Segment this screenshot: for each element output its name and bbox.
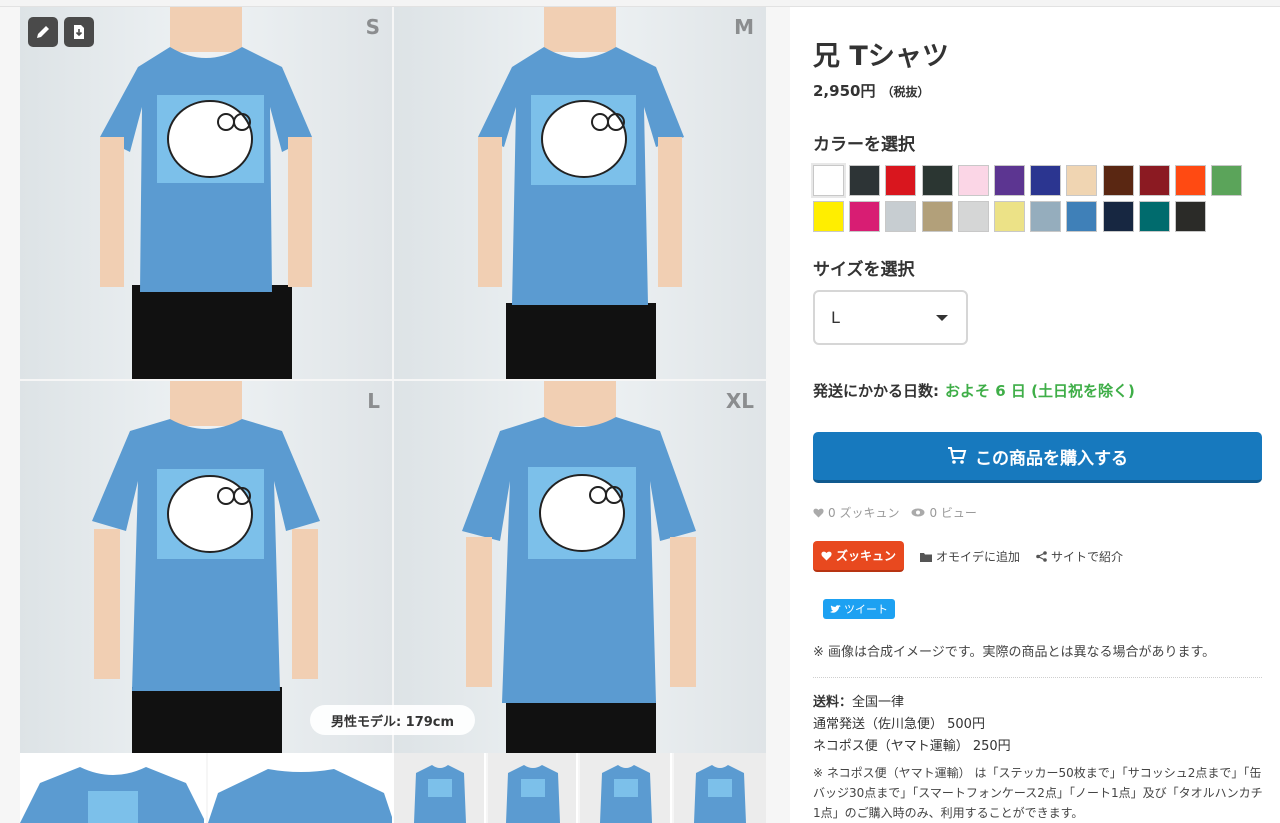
color-swatch[interactable]: [1175, 201, 1206, 232]
color-swatch[interactable]: [994, 201, 1025, 232]
heart-icon: [813, 508, 824, 517]
nekopos-note: ※ ネコポス便（ヤマト運輸） は「ステッカー50枚まで」「サコッシュ2点まで」「…: [813, 766, 1263, 820]
tweet-label: ツイート: [844, 603, 888, 616]
zukkyun-button[interactable]: ズッキュン: [813, 541, 905, 572]
color-swatch[interactable]: [1030, 201, 1062, 232]
views-stat: 0 ビュー: [911, 504, 977, 521]
image-disclaimer: ※ 画像は合成イメージです。実際の商品とは異なる場合があります。: [813, 645, 1216, 660]
thumbnail-front[interactable]: [20, 753, 206, 823]
model-thumbnail: [506, 765, 560, 823]
size-select[interactable]: L: [813, 290, 968, 345]
model-shirt-image: [100, 7, 312, 379]
color-swatch[interactable]: [1066, 201, 1098, 232]
action-row: ズッキュン オモイデに追加 サイトで紹介: [813, 541, 1123, 572]
product-title: 兄 Tシャツ: [813, 41, 949, 72]
color-swatch[interactable]: [1102, 165, 1134, 196]
size-select-value: L: [831, 308, 840, 327]
color-swatch[interactable]: [885, 201, 917, 232]
thumbnail-m[interactable]: [488, 753, 578, 823]
divider: [813, 677, 1262, 678]
color-swatch[interactable]: [921, 165, 953, 196]
color-swatch[interactable]: [1211, 165, 1243, 196]
color-swatch[interactable]: [994, 165, 1025, 196]
thumbnail-wl[interactable]: [674, 753, 766, 823]
buy-button[interactable]: この商品を購入する: [813, 432, 1262, 483]
likes-count: 0 ズッキュン: [828, 506, 900, 520]
color-swatch[interactable]: [849, 201, 881, 232]
color-swatch[interactable]: [1102, 201, 1134, 232]
tile-size-s[interactable]: S: [20, 7, 392, 379]
model-shirt-image: [462, 381, 696, 753]
share-link[interactable]: サイトで紹介: [1036, 548, 1123, 565]
color-swatch[interactable]: [1138, 201, 1170, 232]
color-swatch[interactable]: [957, 201, 989, 232]
product-gallery: S M L XL 男性モデル: 179cm: [0, 7, 790, 823]
views-count: 0 ビュー: [929, 506, 977, 520]
shipping-normal: 通常発送（佐川急便） 500円: [813, 717, 985, 732]
buy-button-label: この商品を購入する: [975, 448, 1128, 469]
color-swatch[interactable]: [1175, 165, 1206, 196]
share-label: サイトで紹介: [1051, 550, 1124, 564]
likes-stat: 0 ズッキュン: [813, 504, 899, 521]
color-swatch[interactable]: [1066, 165, 1098, 196]
color-swatch[interactable]: [1030, 165, 1062, 196]
tile-size-l[interactable]: L: [20, 381, 392, 753]
folder-icon: [920, 552, 933, 562]
tile-size-xl[interactable]: XL: [394, 381, 766, 753]
color-swatch[interactable]: [1138, 165, 1170, 196]
size-label: XL: [725, 389, 754, 413]
download-icon: [74, 25, 84, 39]
image-grid[interactable]: S M L XL: [20, 7, 766, 753]
shirt-thumbnail-front: [20, 767, 204, 823]
shipping-days: 発送にかかる日数: およそ 6 日 (土日祝を除く): [813, 380, 1135, 401]
color-swatch[interactable]: [849, 165, 881, 196]
color-swatch[interactable]: [813, 201, 844, 232]
edit-button[interactable]: [28, 17, 58, 47]
product-stats: 0 ズッキュン 0 ビュー: [813, 504, 977, 521]
thumbnail-strip: [20, 753, 766, 823]
thumbnail-s[interactable]: [394, 753, 486, 823]
product-price: 2,950円 （税抜）: [813, 80, 929, 101]
eye-icon: [911, 508, 925, 517]
model-shirt-image: [92, 381, 320, 753]
shipping-fee-label: 送料：: [813, 695, 853, 710]
model-thumbnail: [414, 765, 466, 823]
shipping-days-value: およそ 6 日 (土日祝を除く): [945, 382, 1135, 400]
tile-size-m[interactable]: M: [394, 7, 766, 379]
share-icon: [1036, 551, 1047, 562]
shipping-fee: 送料：全国一律 通常発送（佐川急便） 500円 ネコポス便（ヤマト運輸） 250…: [813, 692, 1011, 758]
model-height-badge: 男性モデル: 179cm: [310, 705, 475, 735]
zukkyun-label: ズッキュン: [836, 549, 897, 563]
add-favorite-label: オモイデに追加: [936, 550, 1021, 564]
size-select-label: サイズを選択: [813, 260, 915, 280]
thumbnail-back[interactable]: [208, 753, 394, 823]
download-button[interactable]: [64, 17, 94, 47]
color-swatch[interactable]: [921, 201, 953, 232]
thumbnail-gm[interactable]: [580, 753, 672, 823]
color-select-label: カラーを選択: [813, 135, 915, 155]
heart-icon: [821, 551, 832, 560]
twitter-bird-icon: [830, 604, 841, 613]
shirt-thumbnail-back: [208, 769, 392, 823]
model-thumbnail: [694, 765, 746, 823]
price-value: 2,950円: [813, 82, 876, 100]
shipping-fee-flat: 全国一律: [852, 695, 905, 710]
color-swatch[interactable]: [957, 165, 989, 196]
add-favorite-link[interactable]: オモイデに追加: [920, 548, 1020, 565]
size-label: S: [365, 15, 380, 39]
caret-down-icon: [936, 315, 948, 321]
tweet-button[interactable]: ツイート: [823, 599, 895, 619]
top-rule: [0, 0, 1280, 7]
pencil-icon: [37, 26, 49, 38]
color-swatch[interactable]: [885, 165, 917, 196]
cart-icon: [948, 447, 967, 464]
model-shirt-image: [478, 7, 684, 379]
size-label: M: [734, 15, 754, 39]
shipping-nekopos: ネコポス便（ヤマト運輸） 250円: [813, 739, 1011, 754]
shipping-days-label: 発送にかかる日数:: [813, 382, 939, 400]
tax-note: （税抜）: [881, 85, 930, 99]
size-label: L: [367, 389, 380, 413]
model-thumbnail: [600, 765, 652, 823]
color-swatch[interactable]: [811, 163, 846, 198]
